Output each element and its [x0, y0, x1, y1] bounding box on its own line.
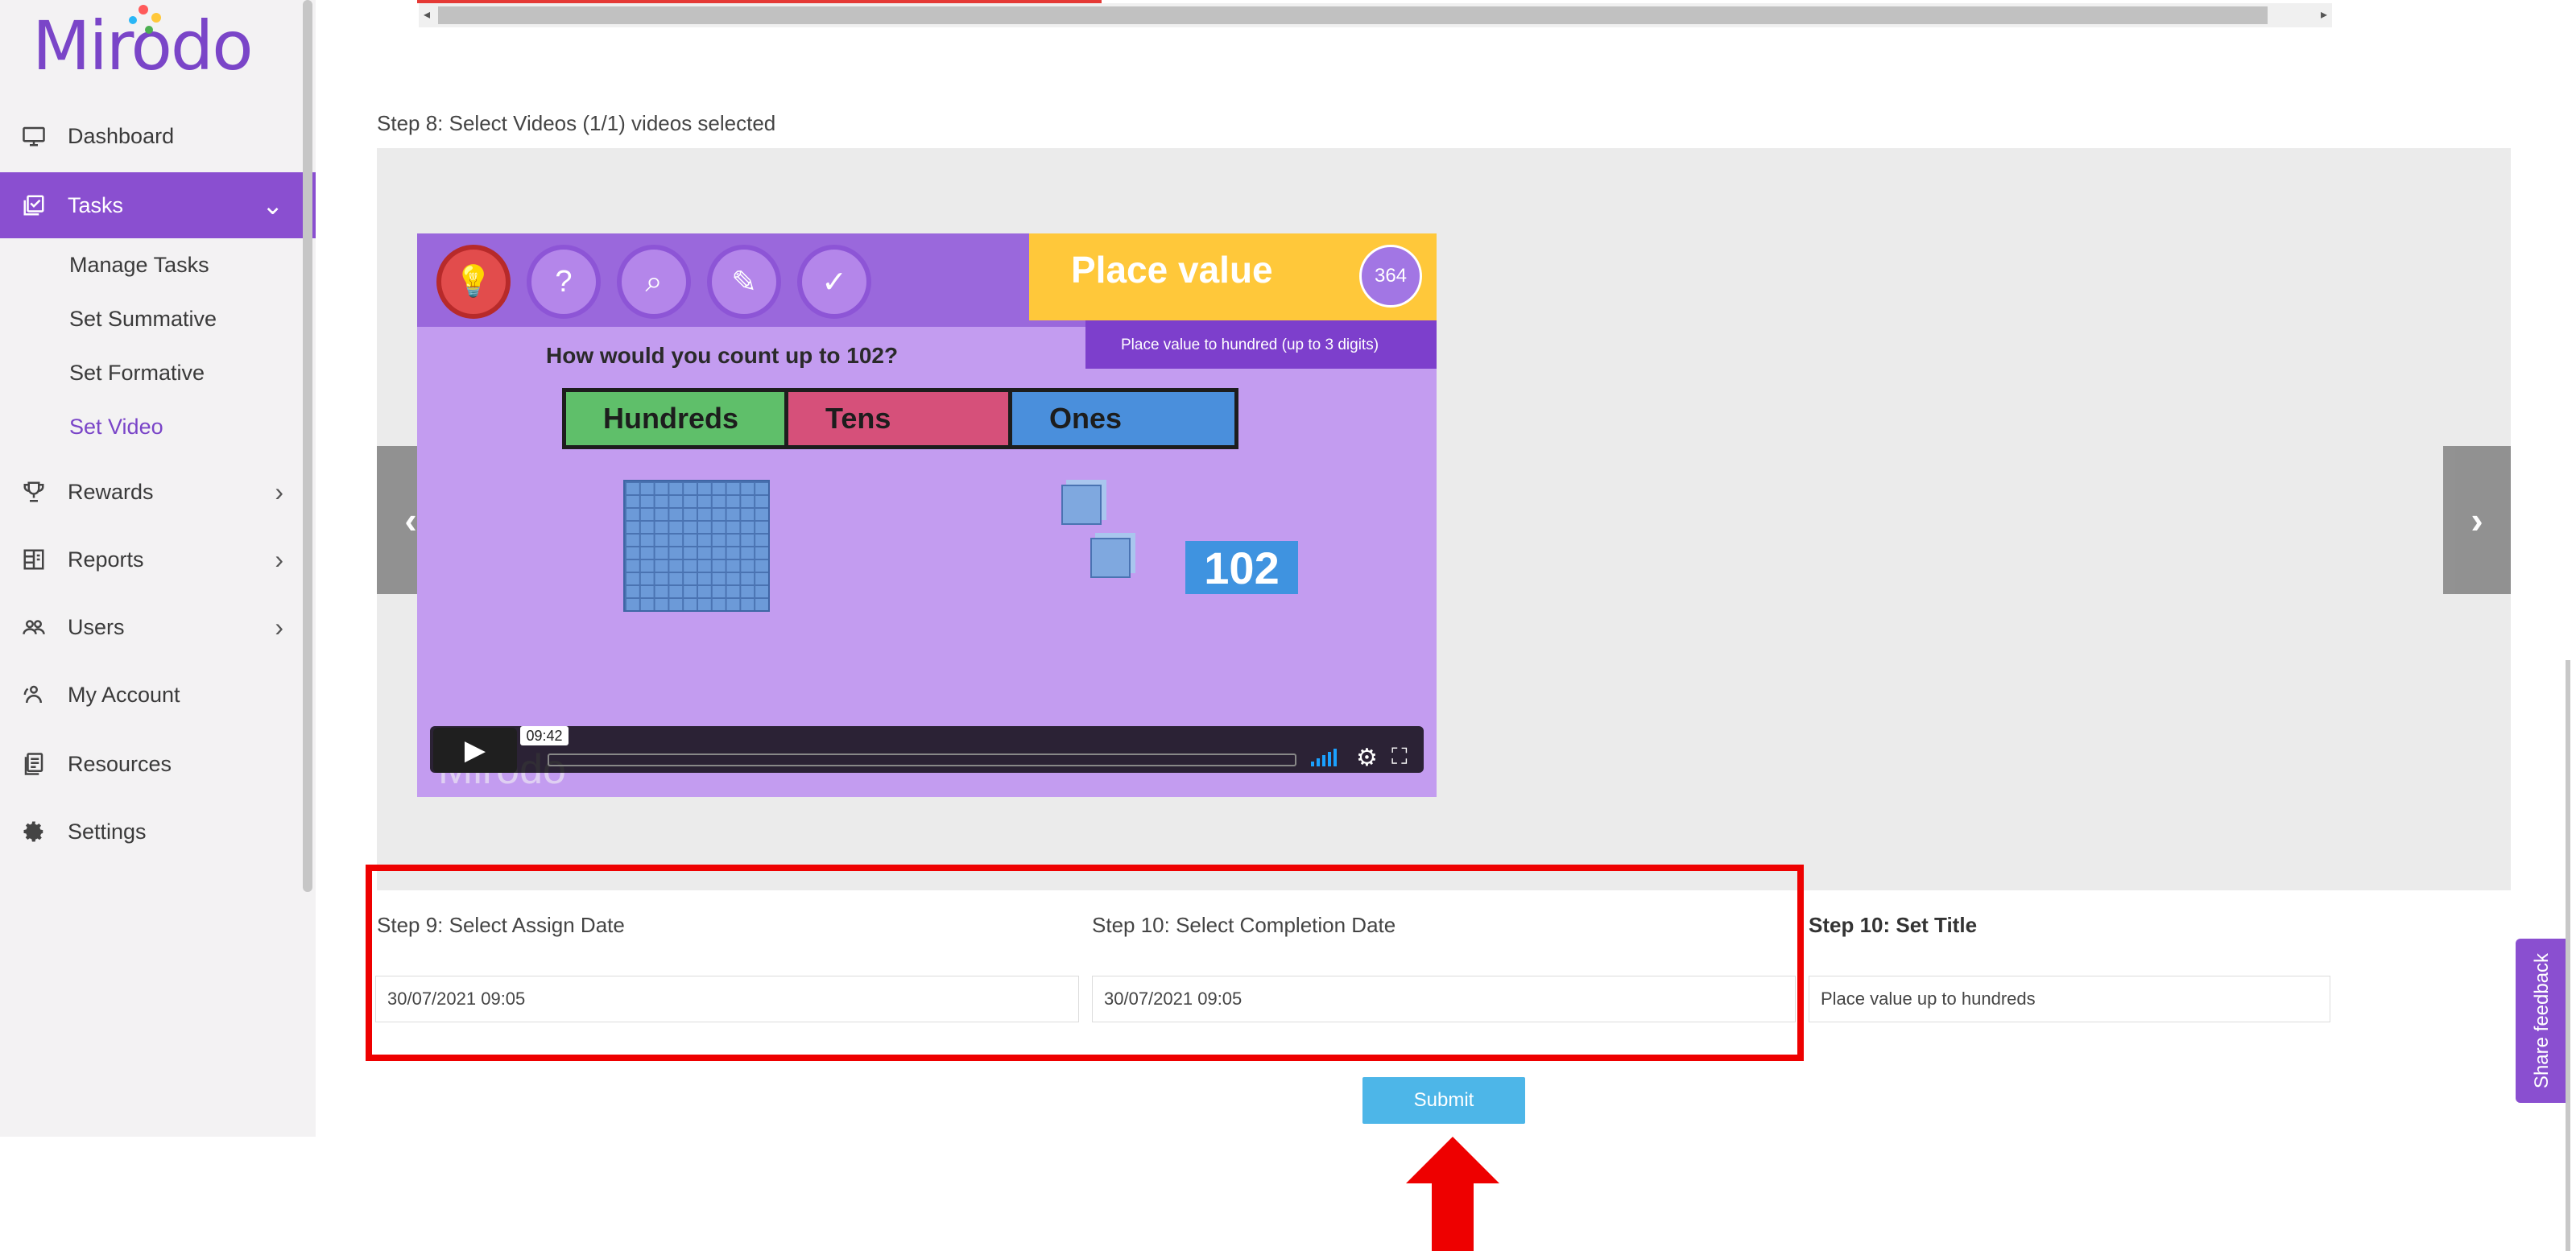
- share-feedback-tab[interactable]: Share feedback: [2516, 939, 2569, 1103]
- check-icon: ✓: [797, 245, 871, 319]
- users-icon: [0, 615, 68, 639]
- video-question: How would you count up to 102?: [546, 343, 899, 368]
- step10-completion-label: Step 10: Select Completion Date: [1092, 913, 1396, 937]
- sidebar-item-label: Resources: [68, 751, 172, 776]
- trophy-icon: [0, 480, 68, 504]
- hundreds-column: Hundreds: [562, 388, 791, 449]
- sidebar-item-my-account[interactable]: My Account: [0, 662, 316, 728]
- sidebar-item-dashboard[interactable]: Dashboard: [0, 103, 316, 169]
- chevron-right-icon: ›: [275, 612, 283, 642]
- sidebar-item-label: Settings: [68, 819, 147, 844]
- sidebar-subitem-manage-tasks[interactable]: Manage Tasks: [69, 253, 209, 278]
- sidebar-item-label: My Account: [68, 682, 180, 707]
- chevron-right-icon: ›: [275, 544, 283, 574]
- play-icon: ▶: [464, 735, 486, 766]
- sidebar-item-label: Dashboard: [68, 123, 175, 148]
- sidebar: Mirodo Dashboard Tasks ⌄ Manage Tasks Se…: [0, 0, 316, 1137]
- sidebar-item-users[interactable]: Users ›: [0, 594, 316, 660]
- scrollbar-thumb[interactable]: [438, 6, 2268, 24]
- step9-label: Step 9: Select Assign Date: [377, 913, 625, 937]
- tens-column: Tens: [784, 388, 1015, 449]
- account-icon: [0, 683, 68, 707]
- report-grid-icon: [0, 547, 68, 572]
- title-input[interactable]: [1809, 976, 2330, 1022]
- video-duration: 09:42: [520, 726, 569, 745]
- highlight-frame: [366, 865, 1804, 1061]
- logo-dot: [151, 13, 161, 23]
- horizontal-scrollbar[interactable]: ◂ ▸: [419, 3, 2332, 27]
- step10-title-label: Step 10: Set Title: [1809, 913, 1978, 937]
- resources-icon: [0, 752, 68, 776]
- video-player[interactable]: 💡 ? ⌕ ✎ ✓ Place value 364 Place value to…: [417, 233, 1437, 797]
- sidebar-item-settings[interactable]: Settings: [0, 799, 316, 865]
- video-badge: 364: [1359, 245, 1422, 308]
- monitor-icon: [0, 124, 68, 148]
- submit-button[interactable]: Submit: [1362, 1077, 1525, 1124]
- sidebar-item-label: Rewards: [68, 479, 154, 504]
- sidebar-item-label: Reports: [68, 547, 144, 572]
- sidebar-item-resources[interactable]: Resources: [0, 731, 316, 797]
- gear-icon: [0, 820, 68, 844]
- volume-icon[interactable]: [1311, 749, 1337, 766]
- sidebar-item-reports[interactable]: Reports ›: [0, 526, 316, 592]
- share-feedback-label: Share feedback: [2531, 952, 2553, 1089]
- carousel-next-button[interactable]: ›: [2443, 446, 2511, 594]
- logo-dot: [129, 16, 137, 24]
- question-icon: ?: [527, 245, 601, 319]
- logo-dot: [139, 5, 148, 14]
- step8-label: Step 8: Select Videos (1/1) videos selec…: [377, 111, 776, 135]
- sidebar-item-rewards[interactable]: Rewards ›: [0, 459, 316, 525]
- sidebar-subitem-set-video[interactable]: Set Video: [69, 415, 163, 440]
- logo-dot: [145, 26, 153, 34]
- sidebar-subitem-set-summative[interactable]: Set Summative: [69, 307, 217, 332]
- pencil-icon: ✎: [707, 245, 781, 319]
- chevron-right-icon: ›: [275, 477, 283, 506]
- sidebar-subitem-set-formative[interactable]: Set Formative: [69, 361, 205, 386]
- page-scrollbar[interactable]: [2566, 660, 2570, 1251]
- ones-column: Ones: [1008, 388, 1238, 449]
- chevron-right-icon: ›: [2471, 499, 2483, 541]
- video-number: 102: [1185, 541, 1298, 594]
- completion-date-input[interactable]: [1092, 976, 1796, 1022]
- video-subtitle: Place value to hundred (up to 3 digits): [1121, 336, 1379, 353]
- play-button[interactable]: ▶: [433, 728, 517, 773]
- sidebar-item-tasks[interactable]: Tasks ⌄: [0, 172, 316, 238]
- logo-text: Mirodo: [32, 6, 254, 85]
- video-title: Place value: [1071, 249, 1273, 291]
- task-check-icon: [0, 193, 68, 217]
- video-progress-bar[interactable]: [548, 753, 1296, 766]
- scroll-left-icon[interactable]: ◂: [424, 6, 430, 23]
- video-settings-icon[interactable]: ⚙: [1356, 744, 1378, 772]
- one-cube: [1090, 538, 1131, 578]
- hundred-block: [623, 480, 770, 612]
- fullscreen-icon[interactable]: ⛶: [1391, 744, 1408, 770]
- chevron-left-icon: ‹: [404, 499, 417, 541]
- scroll-right-icon[interactable]: ▸: [2321, 6, 2327, 23]
- chevron-down-icon: ⌄: [262, 191, 283, 220]
- sidebar-scrollbar[interactable]: [303, 0, 312, 892]
- one-cube: [1061, 485, 1102, 525]
- sidebar-item-label: Tasks: [68, 192, 124, 217]
- assign-date-input[interactable]: [375, 976, 1079, 1022]
- lightbulb-icon: 💡: [436, 245, 511, 319]
- red-arrow-up-icon: [1406, 1137, 1499, 1251]
- sidebar-item-label: Users: [68, 614, 125, 639]
- magnifier-icon: ⌕: [617, 245, 691, 319]
- mirodo-logo[interactable]: Mirodo: [32, 2, 254, 85]
